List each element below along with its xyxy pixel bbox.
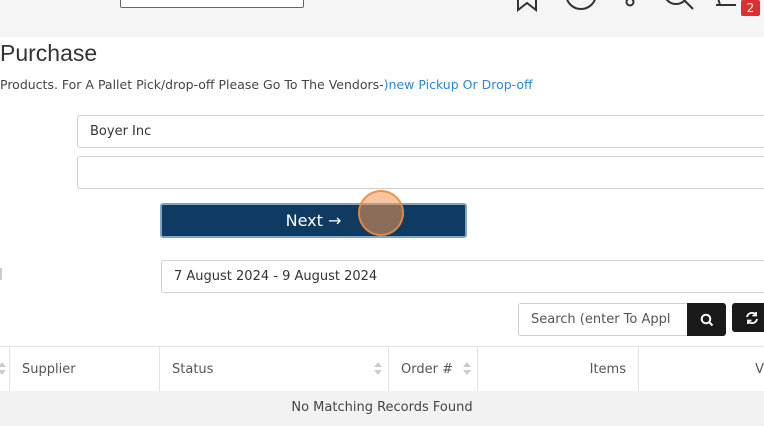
sort-icon[interactable] — [0, 362, 6, 376]
column-header-order[interactable]: Order # — [388, 347, 477, 392]
top-navbar: 2 — [0, 0, 764, 37]
table-header: Supplier Status Order # Items V — [0, 346, 764, 393]
cart-icon[interactable] — [714, 0, 744, 12]
table-search-button[interactable] — [687, 303, 726, 336]
column-header-items[interactable]: Items — [477, 347, 638, 392]
search-icon[interactable] — [660, 0, 696, 12]
refresh-icon — [746, 311, 758, 324]
bookmark-icon[interactable] — [513, 0, 541, 12]
column-header-label: V — [755, 362, 764, 377]
table-search-input[interactable]: Search (enter To Appl — [518, 303, 690, 336]
column-header-supplier[interactable]: Supplier — [9, 347, 159, 392]
search-icon — [700, 313, 713, 326]
empty-table-message: No Matching Records Found — [0, 391, 764, 426]
new-pickup-link[interactable]: )new Pickup Or Drop-off — [384, 77, 533, 92]
secondary-field[interactable] — [77, 156, 764, 189]
column-header-label: Supplier — [22, 362, 76, 377]
column-header-label: Status — [172, 362, 214, 377]
column-header-label: Order # — [401, 362, 453, 377]
intro-text: Products. For A Pallet Pick/drop-off Ple… — [0, 77, 533, 92]
left-edge-marker — [0, 268, 2, 280]
help-icon[interactable] — [563, 0, 599, 12]
sort-icon — [463, 362, 471, 376]
next-button[interactable]: Next → — [160, 203, 467, 238]
top-dropdown[interactable] — [120, 0, 304, 8]
intro-text-body: Products. For A Pallet Pick/drop-off Ple… — [0, 77, 384, 92]
cart-count-badge: 2 — [741, 0, 760, 16]
vendor-field[interactable]: Boyer Inc — [77, 115, 764, 148]
sort-icon — [374, 362, 382, 376]
column-header-value[interactable]: V — [638, 347, 764, 392]
column-header-status[interactable]: Status — [159, 347, 388, 392]
click-indicator — [358, 190, 404, 236]
refresh-button[interactable] — [732, 303, 764, 332]
page-title: Purchase — [0, 40, 98, 66]
column-header-label: Items — [589, 362, 626, 377]
date-range-field[interactable]: 7 August 2024 - 9 August 2024 — [161, 260, 764, 293]
account-icon[interactable] — [618, 0, 642, 12]
